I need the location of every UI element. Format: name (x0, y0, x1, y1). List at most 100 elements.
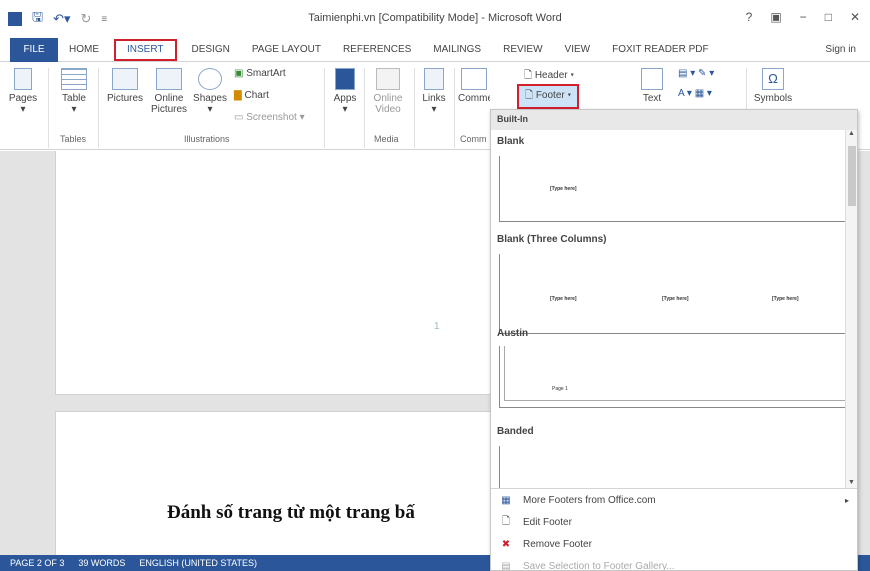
tab-home[interactable]: HOME (58, 38, 110, 62)
comment-button[interactable]: Comment (458, 68, 490, 104)
comment-icon (461, 68, 487, 90)
text-box-button[interactable]: Text (636, 68, 668, 104)
tab-insert[interactable]: INSERT (114, 38, 177, 61)
language-status[interactable]: ENGLISH (UNITED STATES) (139, 558, 257, 568)
pages-label: Pages (8, 93, 38, 104)
smartart-button[interactable]: ▣ SmartArt (234, 68, 286, 79)
save-gallery-icon: ▤ (501, 560, 511, 571)
pictures-button[interactable]: Pictures (104, 68, 146, 104)
placeholder-text: [Type here] (550, 186, 577, 192)
tab-view[interactable]: VIEW (554, 38, 602, 62)
close-button[interactable]: ✕ (850, 10, 860, 24)
comment-label: Comment (458, 93, 490, 104)
group-label-comments: Comm (460, 134, 487, 144)
smartart-icon: ▣ (234, 68, 244, 79)
edit-footer-label: Edit Footer (523, 516, 572, 528)
tab-mailings[interactable]: MAILINGS (422, 38, 492, 62)
footer-option-blank-three-columns[interactable]: [Type here] [Type here] [Type here] (499, 254, 853, 334)
quick-parts-icon: ▤ (678, 68, 688, 79)
pictures-label: Pictures (106, 93, 144, 104)
scroll-thumb[interactable] (848, 146, 856, 206)
wordart-button[interactable]: A ▾ ▦ ▾ (678, 88, 712, 99)
quick-parts-button[interactable]: ▤ ▾ ✎ ▾ (678, 68, 714, 79)
gallery-section-title: Banded (497, 426, 534, 437)
edit-footer-icon: 🗋 (501, 515, 511, 527)
footer-button[interactable]: 🗋 Footer ▾ (517, 84, 580, 109)
links-label: Links (422, 93, 446, 104)
group-label-illustrations: Illustrations (184, 134, 230, 144)
table-button[interactable]: Table ▾ (56, 68, 92, 115)
footer-option-banded[interactable] (499, 446, 853, 488)
header-button[interactable]: 🗋 Header ▾ (524, 68, 574, 85)
placeholder-text: Page 1 (552, 386, 568, 392)
apps-icon (335, 68, 355, 90)
chart-button[interactable]: ▇ Chart (234, 90, 269, 101)
separator (324, 68, 325, 148)
online-video-label: Online Video (373, 93, 403, 115)
save-selection-menu-item[interactable]: ▤ Save Selection to Footer Gallery... (491, 555, 857, 571)
object-icon[interactable]: ▦ (695, 88, 704, 99)
separator (454, 68, 455, 148)
page-number-field[interactable]: 1 (434, 321, 440, 332)
scroll-down-icon[interactable]: ▼ (848, 479, 855, 486)
tab-references[interactable]: REFERENCES (332, 38, 422, 62)
sign-in-link[interactable]: Sign in (825, 44, 856, 55)
document-heading[interactable]: Đánh số trang từ một trang bấ (167, 502, 415, 524)
remove-footer-menu-item[interactable]: ✖ Remove Footer (491, 533, 857, 555)
chart-label: Chart (244, 90, 269, 101)
save-selection-label: Save Selection to Footer Gallery... (523, 560, 675, 571)
online-pictures-icon (156, 68, 182, 90)
pages-button[interactable]: Pages ▾ (6, 68, 40, 115)
symbols-label: Symbols (753, 93, 793, 104)
more-footers-label: More Footers from Office.com (523, 494, 656, 506)
text-box-icon (641, 68, 663, 90)
placeholder-text: [Type here] (550, 296, 577, 302)
screenshot-button[interactable]: ▭ Screenshot ▾ (234, 112, 305, 123)
symbols-button[interactable]: Ω Symbols (750, 68, 796, 104)
tab-file[interactable]: FILE (10, 37, 58, 62)
page-count-status[interactable]: PAGE 2 OF 3 (10, 558, 64, 568)
footer-gallery-dropdown: Built-In Blank [Type here] Blank (Three … (490, 109, 858, 571)
links-button[interactable]: Links ▾ (418, 68, 450, 115)
minimize-button[interactable]: − (800, 10, 807, 24)
separator (48, 68, 49, 148)
edit-footer-menu-item[interactable]: 🗋 Edit Footer (491, 511, 857, 533)
tab-foxit-reader-pdf[interactable]: FOXIT READER PDF (601, 38, 720, 62)
apps-button[interactable]: Apps ▾ (330, 68, 360, 115)
screenshot-icon: ▭ (234, 112, 244, 123)
ribbon-display-options-icon[interactable]: ▣ (770, 10, 781, 24)
group-label-media: Media (374, 134, 399, 144)
footer-option-austin[interactable]: Page 1 (499, 346, 853, 408)
window-title: Taimienphi.vn [Compatibility Mode] - Mic… (308, 12, 562, 24)
scroll-up-icon[interactable]: ▲ (846, 130, 857, 137)
remove-footer-icon: ✖ (501, 538, 511, 550)
smartart-label: SmartArt (246, 68, 286, 79)
word-count-status[interactable]: 39 WORDS (78, 558, 125, 568)
tab-review[interactable]: REVIEW (492, 38, 553, 62)
office-com-icon: ▦ (501, 494, 511, 506)
gallery-section-title: Austin (497, 328, 529, 339)
signature-icon[interactable]: ✎ (698, 68, 706, 79)
text-label: Text (642, 93, 662, 104)
online-pictures-button[interactable]: Online Pictures (148, 68, 190, 115)
title-bar: W 🖫 ↶▾ ↻ ≡ Taimienphi.vn [Compatibility … (0, 0, 870, 38)
more-footers-menu-item[interactable]: ▦ More Footers from Office.com ▸ (491, 489, 857, 511)
placeholder-text: [Type here] (772, 296, 799, 302)
footer-icon: 🗋 (525, 90, 534, 101)
help-button[interactable]: ? (746, 10, 753, 24)
header-label: Header (534, 70, 568, 81)
wordart-icon: A (678, 88, 685, 99)
maximize-button[interactable]: □ (825, 10, 832, 24)
online-video-icon (376, 68, 400, 90)
gallery-scrollbar[interactable]: ▲ ▼ (845, 130, 857, 488)
shapes-button[interactable]: Shapes ▾ (192, 68, 228, 115)
omega-icon: Ω (762, 68, 784, 90)
online-video-button[interactable]: Online Video (368, 68, 408, 115)
tab-design[interactable]: DESIGN (181, 38, 241, 62)
tab-page-layout[interactable]: PAGE LAYOUT (241, 38, 332, 62)
pages-icon (14, 68, 32, 90)
footer-option-blank[interactable]: [Type here] (499, 156, 853, 222)
austin-frame (504, 346, 848, 401)
online-pictures-label: Online Pictures (150, 93, 188, 115)
screenshot-label: Screenshot (246, 112, 297, 123)
